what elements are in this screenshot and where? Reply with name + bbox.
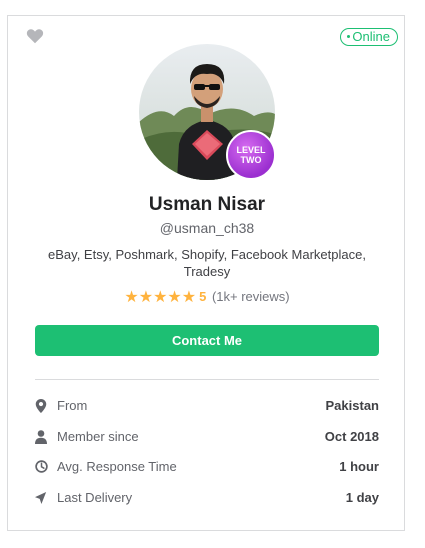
detail-value: Oct 2018 xyxy=(324,429,379,444)
seller-username: @usman_ch38 xyxy=(159,220,255,236)
detail-value: Pakistan xyxy=(325,398,379,413)
divider xyxy=(35,379,379,380)
detail-row-last-delivery: Last Delivery 1 day xyxy=(35,488,379,508)
user-icon xyxy=(35,430,47,444)
detail-label: Last Delivery xyxy=(57,490,133,505)
rating-summary: ★★★★★ 5 (1k+ reviews) xyxy=(0,287,414,307)
detail-value: 1 day xyxy=(345,490,379,505)
level-two-badge: LEVEL TWO xyxy=(226,130,276,180)
detail-label: From xyxy=(57,398,88,413)
level-badge-line2: TWO xyxy=(240,155,262,165)
location-pin-icon xyxy=(35,399,47,413)
rating-count[interactable]: (1k+ reviews) xyxy=(212,289,290,304)
contact-me-button[interactable]: Contact Me xyxy=(35,325,379,356)
online-status-label: Online xyxy=(352,29,390,44)
detail-label: Member since xyxy=(57,429,139,444)
detail-value: 1 hour xyxy=(339,459,379,474)
status-dot-icon xyxy=(347,35,351,39)
online-status-badge: Online xyxy=(340,28,398,46)
seller-name[interactable]: Usman Nisar xyxy=(0,194,414,216)
detail-row-response-time: Avg. Response Time 1 hour xyxy=(35,457,379,477)
rating-stars-icon: ★★★★★ xyxy=(124,289,197,306)
level-badge-line1: LEVEL xyxy=(236,145,266,155)
detail-row-from: From Pakistan xyxy=(35,396,379,416)
clock-icon xyxy=(35,460,48,473)
paper-plane-icon xyxy=(35,492,47,504)
heart-icon[interactable] xyxy=(26,28,44,44)
rating-score: 5 xyxy=(199,289,207,304)
detail-label: Avg. Response Time xyxy=(57,459,177,474)
seller-skills: eBay, Etsy, Poshmark, Shopify, Facebook … xyxy=(48,247,366,279)
detail-row-member-since: Member since Oct 2018 xyxy=(35,427,379,447)
